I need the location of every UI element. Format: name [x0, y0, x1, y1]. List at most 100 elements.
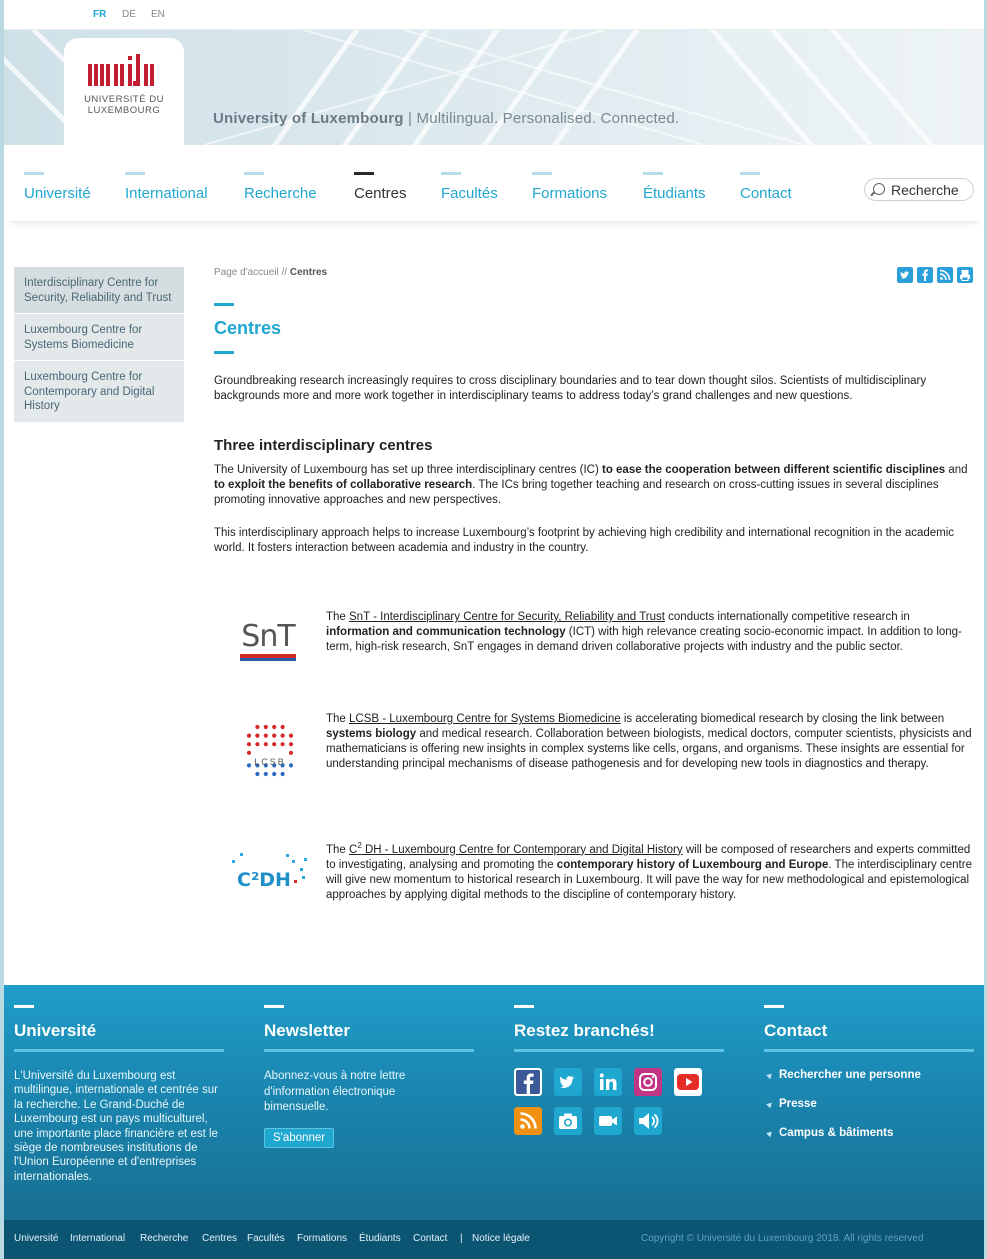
camera-icon[interactable]: [554, 1107, 582, 1135]
logo-line1: UNIVERSITÉ DU: [84, 94, 164, 105]
tagline-rest: | Multilingual. Personalised. Connected.: [408, 110, 680, 127]
lcsb-dot: [280, 733, 285, 738]
nav-label: Université: [24, 185, 91, 202]
text-span: The University of Luxembourg has set up …: [214, 464, 602, 476]
nav-label: Recherche: [244, 185, 317, 202]
lcsb-dot: [255, 771, 260, 777]
text-span: conducts internationally competitive res…: [664, 611, 910, 623]
paragraph-ic: The University of Luxembourg has set up …: [214, 463, 974, 508]
centre-snt: The SnT - Interdisciplinary Centre for S…: [326, 610, 976, 655]
tagline-name: University of Luxembourg: [213, 110, 404, 127]
print-icon[interactable]: [957, 267, 973, 283]
copyright: Copyright © Université du Luxembourg 201…: [641, 1233, 924, 1244]
footer-link-rechercher-personne[interactable]: Rechercher une personne: [779, 1069, 921, 1081]
rss-icon[interactable]: [514, 1107, 542, 1135]
bottom-separator: |: [460, 1233, 463, 1244]
title-dash-top: [214, 303, 234, 306]
lcsb-dot: [246, 750, 252, 755]
youtube-icon[interactable]: [674, 1068, 702, 1096]
footer-link-presse[interactable]: Presse: [779, 1098, 817, 1110]
footer: Université L'Université du Luxembourg es…: [4, 985, 984, 1220]
lcsb-dot: [288, 750, 294, 755]
nav-contact[interactable]: Contact: [740, 172, 792, 202]
lcsb-dot: [246, 733, 252, 738]
bottom-link-contact[interactable]: Contact: [413, 1233, 447, 1244]
nav-formations[interactable]: Formations: [532, 172, 607, 202]
lcsb-dot: [263, 771, 268, 777]
footer-dash: [264, 1005, 284, 1008]
bottom-link-notice-legale[interactable]: Notice légale: [472, 1233, 530, 1244]
rss-icon[interactable]: [937, 267, 953, 283]
page-title: Centres: [214, 318, 282, 338]
bottom-link-centres[interactable]: Centres: [202, 1233, 237, 1244]
footer-dash: [764, 1005, 784, 1008]
title-dash-bottom: [214, 351, 234, 354]
sidebar-item-lcsb[interactable]: Luxembourg Centre for Systems Biomedicin…: [14, 314, 184, 361]
university-logo[interactable]: UNIVERSITÉ DU LUXEMBOURG: [64, 38, 184, 148]
facebook-icon[interactable]: [917, 267, 933, 283]
lcsb-dot: [246, 763, 252, 768]
footer-link-campus[interactable]: Campus & bâtiments: [779, 1127, 893, 1139]
centre-snt-link[interactable]: SnT - Interdisciplinary Centre for Secur…: [349, 611, 665, 623]
lcsb-dot: [263, 742, 268, 747]
snt-logo[interactable]: SnT: [236, 608, 300, 666]
lcsb-dot: [272, 771, 277, 777]
c2dh-logo[interactable]: C²DH: [228, 848, 312, 894]
lcsb-dot: [263, 724, 268, 730]
nav-recherche[interactable]: Recherche: [244, 172, 317, 202]
nav-label: International: [125, 185, 208, 202]
subscribe-button[interactable]: S'abonner: [264, 1128, 335, 1148]
link-part: DH - Luxembourg Centre for Contemporary …: [361, 843, 683, 856]
lang-fr[interactable]: FR: [93, 9, 106, 20]
sidebar-nav: Interdisciplinary Centre for Security, R…: [14, 267, 184, 423]
nav-label: Centres: [354, 185, 407, 202]
lcsb-logo[interactable]: LCSB: [238, 722, 302, 784]
nav-etudiants[interactable]: Étudiants: [643, 172, 706, 202]
nav-universite[interactable]: Université: [24, 172, 91, 202]
podcast-icon[interactable]: [634, 1107, 662, 1135]
twitter-icon[interactable]: [897, 267, 913, 283]
lcsb-dot: [255, 724, 260, 730]
c2dh-logo-text: C²DH: [237, 869, 291, 891]
lcsb-dot: [255, 742, 260, 747]
footer-social-title: Restez branchés!: [514, 1021, 655, 1040]
lcsb-dot: [263, 733, 268, 738]
footer-line: [14, 1049, 224, 1052]
footer-newsletter-text: Abonnez-vous à notre lettre d'informatio…: [264, 1070, 406, 1113]
language-bar: FR DE EN: [4, 0, 984, 30]
bottom-link-formations[interactable]: Formations: [297, 1233, 347, 1244]
twitter-icon[interactable]: [554, 1068, 582, 1096]
bottom-link-recherche[interactable]: Recherche: [140, 1233, 188, 1244]
lang-de[interactable]: DE: [122, 9, 136, 20]
lang-en[interactable]: EN: [151, 9, 165, 20]
facebook-icon[interactable]: [514, 1068, 542, 1096]
search-box[interactable]: [864, 178, 974, 201]
sidebar-item-snt[interactable]: Interdisciplinary Centre for Security, R…: [14, 267, 184, 314]
bold-span: information and communication technology: [326, 626, 566, 638]
centre-c2dh-link[interactable]: C2 DH - Luxembourg Centre for Contempora…: [349, 841, 683, 856]
paragraph-footprint: This interdisciplinary approach helps to…: [214, 527, 955, 554]
bottom-link-etudiants[interactable]: Étudiants: [359, 1233, 401, 1244]
nav-international[interactable]: International: [125, 172, 208, 202]
nav-facultes[interactable]: Facultés: [441, 172, 498, 202]
bottom-link-international[interactable]: International: [70, 1233, 125, 1244]
breadcrumb-home[interactable]: Page d'accueil //: [214, 267, 287, 278]
linkedin-icon[interactable]: [594, 1068, 622, 1096]
nav-centres[interactable]: Centres: [354, 172, 407, 202]
instagram-icon[interactable]: [634, 1068, 662, 1096]
centre-lcsb-link[interactable]: LCSB - Luxembourg Centre for Systems Bio…: [349, 713, 621, 725]
bottom-link-universite[interactable]: Université: [14, 1233, 58, 1244]
bottom-link-facultes[interactable]: Facultés: [247, 1233, 285, 1244]
nav-label: Étudiants: [643, 185, 706, 202]
text-span: and: [945, 464, 968, 476]
video-icon[interactable]: [594, 1107, 622, 1135]
search-icon[interactable]: [873, 183, 885, 195]
footer-line: [764, 1049, 974, 1052]
search-input[interactable]: [891, 181, 971, 198]
lcsb-dot: [272, 724, 277, 730]
footer-newsletter-title: Newsletter: [264, 1021, 350, 1040]
footer-universite-text: L'Université du Luxembourg est multiling…: [14, 1070, 218, 1183]
sidebar-item-c2dh[interactable]: Luxembourg Centre for Contemporary and D…: [14, 361, 184, 423]
bold-span: to ease the cooperation between differen…: [601, 464, 946, 476]
text-span: The: [326, 611, 350, 623]
